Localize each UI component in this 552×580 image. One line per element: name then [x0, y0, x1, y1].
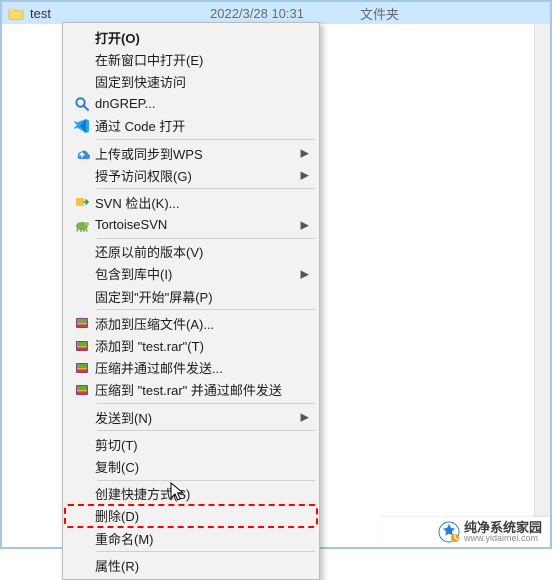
- blank-icon: [69, 555, 95, 575]
- menu-open-new-window[interactable]: 在新窗口中打开(E): [65, 48, 317, 70]
- menu-label: 属性(R): [95, 556, 297, 575]
- menu-label: 压缩并通过邮件发送...: [95, 358, 297, 377]
- blank-icon: [69, 434, 95, 454]
- menu-label: 固定到"开始"屏幕(P): [95, 287, 297, 306]
- folder-name: test: [30, 6, 210, 21]
- winrar-icon: [69, 380, 95, 400]
- tortoise-svn-icon: [69, 215, 95, 235]
- menu-dngrep[interactable]: dnGREP...: [65, 93, 317, 115]
- menu-pin-start[interactable]: 固定到"开始"屏幕(P): [65, 285, 317, 307]
- menu-restore-versions[interactable]: 还原以前的版本(V): [65, 241, 317, 263]
- menu-include-in-library[interactable]: 包含到库中(I) ▶: [65, 263, 317, 285]
- blank-icon: [69, 506, 95, 526]
- menu-compress-email[interactable]: 压缩并通过邮件发送...: [65, 357, 317, 379]
- blank-icon: [69, 484, 95, 504]
- submenu-arrow-icon: ▶: [301, 218, 309, 231]
- menu-create-shortcut[interactable]: 创建快捷方式(S): [65, 483, 317, 505]
- blank-icon: [69, 49, 95, 69]
- menu-cut[interactable]: 剪切(T): [65, 433, 317, 455]
- menu-label: 上传或同步到WPS: [95, 144, 297, 163]
- menu-open-with-code[interactable]: 通过 Code 打开: [65, 115, 317, 137]
- menu-tortoise-svn[interactable]: TortoiseSVN ▶: [65, 214, 317, 236]
- menu-add-to-test-rar[interactable]: 添加到 "test.rar"(T): [65, 334, 317, 356]
- menu-pin-quick-access[interactable]: 固定到快速访问: [65, 70, 317, 92]
- menu-label: 复制(C): [95, 457, 297, 476]
- menu-label: 添加到压缩文件(A)...: [95, 314, 297, 333]
- blank-icon: [69, 528, 95, 548]
- menu-separator: [97, 430, 315, 431]
- watermark-domain: www.yidaimei.com: [464, 534, 542, 543]
- menu-delete[interactable]: 删除(D): [65, 505, 317, 527]
- submenu-arrow-icon: ▶: [301, 147, 309, 160]
- menu-separator: [97, 551, 315, 552]
- vscode-icon: [69, 116, 95, 136]
- menu-label: 在新窗口中打开(E): [95, 50, 297, 69]
- menu-label: 重命名(M): [95, 529, 297, 548]
- blank-icon: [69, 27, 95, 47]
- menu-label: 创建快捷方式(S): [95, 484, 297, 503]
- menu-add-to-archive[interactable]: 添加到压缩文件(A)...: [65, 312, 317, 334]
- menu-label: 通过 Code 打开: [95, 116, 297, 135]
- menu-label: 压缩到 "test.rar" 并通过邮件发送: [95, 380, 297, 399]
- menu-label: TortoiseSVN: [95, 217, 297, 232]
- blank-icon: [69, 71, 95, 91]
- blank-icon: [69, 242, 95, 262]
- menu-open[interactable]: 打开(O): [65, 26, 317, 48]
- menu-separator: [97, 480, 315, 481]
- submenu-arrow-icon: ▶: [301, 411, 309, 424]
- menu-svn-checkout[interactable]: SVN 检出(K)...: [65, 191, 317, 213]
- watermark-footer: 纯净系统家园 www.yidaimei.com: [380, 517, 550, 547]
- blank-icon: [69, 264, 95, 284]
- watermark-logo-icon: [438, 521, 460, 543]
- winrar-icon: [69, 313, 95, 333]
- menu-send-to[interactable]: 发送到(N) ▶: [65, 406, 317, 428]
- menu-label: 添加到 "test.rar"(T): [95, 336, 297, 355]
- winrar-icon: [69, 358, 95, 378]
- menu-label: 剪切(T): [95, 435, 297, 454]
- menu-label: 删除(D): [95, 506, 297, 525]
- menu-separator: [97, 238, 315, 239]
- menu-label: 授予访问权限(G): [95, 166, 297, 185]
- folder-icon: [8, 6, 24, 20]
- blank-icon: [69, 165, 95, 185]
- menu-label: 固定到快速访问: [95, 72, 297, 91]
- menu-label: 发送到(N): [95, 408, 297, 427]
- submenu-arrow-icon: ▶: [301, 169, 309, 182]
- menu-label: SVN 检出(K)...: [95, 193, 297, 212]
- folder-type: 文件夹: [330, 4, 410, 23]
- submenu-arrow-icon: ▶: [301, 267, 309, 280]
- winrar-icon: [69, 336, 95, 356]
- vertical-scrollbar[interactable]: [534, 2, 550, 517]
- blank-icon: [69, 456, 95, 476]
- folder-date: 2022/3/28 10:31: [210, 6, 330, 21]
- menu-separator: [97, 403, 315, 404]
- menu-grant-access[interactable]: 授予访问权限(G) ▶: [65, 164, 317, 186]
- menu-upload-wps[interactable]: 上传或同步到WPS ▶: [65, 142, 317, 164]
- svn-checkout-icon: [69, 192, 95, 212]
- context-menu: 打开(O) 在新窗口中打开(E) 固定到快速访问 dnGREP... 通过 Co…: [62, 22, 320, 580]
- menu-separator: [97, 188, 315, 189]
- blank-icon: [69, 407, 95, 427]
- menu-properties[interactable]: 属性(R): [65, 554, 317, 576]
- menu-copy[interactable]: 复制(C): [65, 455, 317, 477]
- menu-label: 打开(O): [95, 28, 297, 47]
- menu-compress-test-rar-email[interactable]: 压缩到 "test.rar" 并通过邮件发送: [65, 379, 317, 401]
- menu-rename[interactable]: 重命名(M): [65, 527, 317, 549]
- blank-icon: [69, 286, 95, 306]
- menu-separator: [97, 139, 315, 140]
- menu-separator: [97, 309, 315, 310]
- menu-label: 还原以前的版本(V): [95, 242, 297, 261]
- folder-row[interactable]: test 2022/3/28 10:31 文件夹: [2, 2, 550, 24]
- dngrep-icon: [69, 94, 95, 114]
- menu-label: 包含到库中(I): [95, 264, 297, 283]
- wps-cloud-icon: [69, 143, 95, 163]
- menu-label: dnGREP...: [95, 96, 297, 111]
